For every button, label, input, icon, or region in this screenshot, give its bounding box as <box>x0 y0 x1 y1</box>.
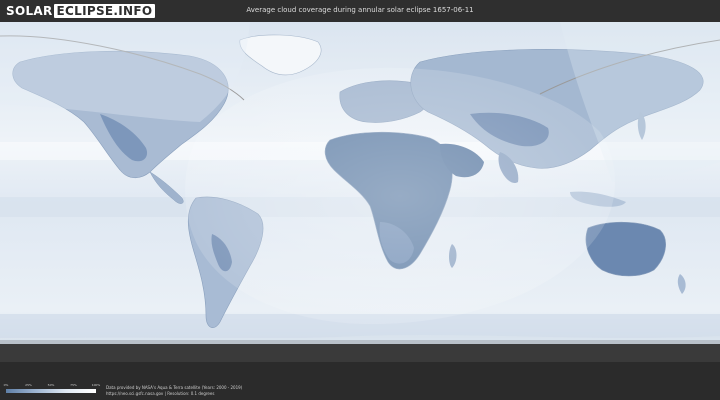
scale-tick-75: 75% <box>70 383 77 387</box>
cloud-coverage-scale-bar <box>6 389 96 393</box>
data-credit: Data provided by NASA's Aqua & Terra sat… <box>106 385 243 390</box>
cloud-coverage-map <box>0 22 720 362</box>
header-bar: SOLAR ECLIPSE.INFO Average cloud coverag… <box>0 0 720 22</box>
scale-tick-50: 50% <box>47 383 55 387</box>
scale-tick-0: 0% <box>3 383 9 387</box>
page-title: Average cloud coverage during annular so… <box>246 6 474 14</box>
footer-bar: 0% 25% 50% 75% 100% Data provided by NAS… <box>0 378 720 400</box>
world-map-svg <box>0 22 720 362</box>
scale-tick-100: 100% <box>91 383 101 387</box>
scale-tick-25: 25% <box>25 383 32 387</box>
data-source-link[interactable]: https://neo.sci.gsfc.nasa.gov | Resoluti… <box>106 391 214 396</box>
cloud-scale-labels: 0% 25% 50% 75% 100% <box>3 383 101 388</box>
